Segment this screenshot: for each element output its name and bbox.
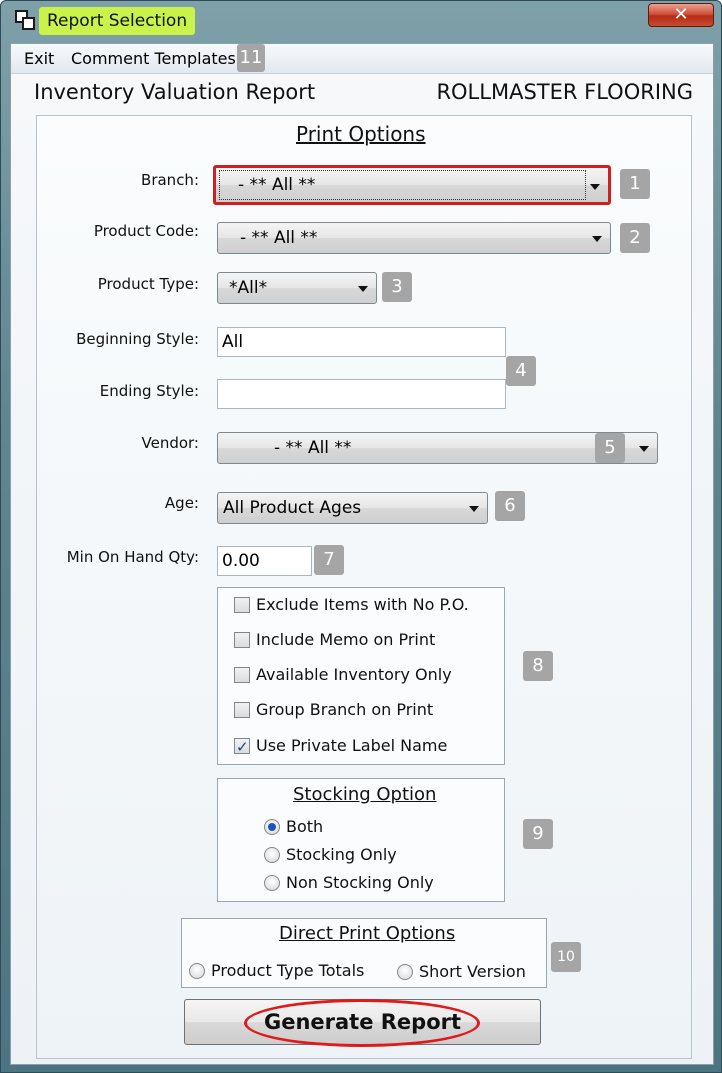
branch-select[interactable]: - ** All ** <box>213 165 611 205</box>
short-version-radio[interactable] <box>397 964 413 980</box>
chevron-down-icon <box>590 184 600 190</box>
include-memo-text: Include Memo on Print <box>256 630 436 649</box>
callout-badge-11: 11 <box>237 44 265 72</box>
callout-badge-3: 3 <box>382 272 412 302</box>
print-flags-group: Exclude Items with No P.O. Include Memo … <box>217 587 505 765</box>
short-version-text: Short Version <box>419 962 526 981</box>
branch-label: Branch: <box>141 171 199 189</box>
callout-badge-4: 4 <box>506 356 536 386</box>
product-code-select[interactable]: - ** All ** <box>217 222 611 254</box>
menu-bar: Exit Comment Templates 11 <box>11 44 713 74</box>
stocking-both-text: Both <box>286 817 324 836</box>
available-inventory-option[interactable]: Available Inventory Only <box>234 664 494 686</box>
chevron-down-icon <box>592 236 602 242</box>
product-type-label: Product Type: <box>97 275 199 293</box>
age-label: Age: <box>164 494 199 512</box>
stocking-option-group: Stocking Option Both Stocking Only Non S… <box>217 778 505 902</box>
min-on-hand-input[interactable]: 0.00 <box>217 546 312 576</box>
age-select[interactable]: All Product Ages <box>217 492 488 524</box>
callout-badge-7: 7 <box>314 545 344 575</box>
private-label-checkbox[interactable] <box>234 736 250 758</box>
report-title: Inventory Valuation Report <box>34 80 316 104</box>
group-branch-option[interactable]: Group Branch on Print <box>234 699 494 721</box>
age-value: All Product Ages <box>223 498 362 518</box>
callout-badge-8: 8 <box>523 651 553 681</box>
direct-print-title: Direct Print Options <box>279 923 456 944</box>
include-memo-checkbox[interactable] <box>234 632 250 648</box>
company-name: ROLLMASTER FLOORING <box>436 80 693 104</box>
product-code-value: - ** All ** <box>240 228 318 248</box>
exclude-no-po-text: Exclude Items with No P.O. <box>256 595 469 614</box>
vendor-select[interactable]: - ** All ** <box>217 432 658 464</box>
product-type-totals-text: Product Type Totals <box>211 961 365 980</box>
callout-badge-10: 10 <box>551 942 581 972</box>
product-type-value: *All* <box>229 278 268 298</box>
ending-style-input[interactable] <box>217 379 506 409</box>
callout-badge-2: 2 <box>620 223 650 253</box>
vendor-value: - ** All ** <box>274 438 352 458</box>
exclude-no-po-checkbox[interactable] <box>234 597 250 613</box>
chevron-down-icon <box>639 446 649 452</box>
stocking-option-title: Stocking Option <box>293 784 437 805</box>
product-type-select[interactable]: *All* <box>217 272 377 304</box>
private-label-option[interactable]: Use Private Label Name <box>234 735 494 758</box>
stocking-both-radio[interactable] <box>264 819 280 835</box>
chevron-down-icon <box>358 286 368 292</box>
direct-print-group: Direct Print Options Product Type Totals… <box>181 918 547 988</box>
client-area: Exit Comment Templates 11 Inventory Valu… <box>10 43 714 1065</box>
title-bar[interactable]: Report Selection ✕ <box>1 1 721 41</box>
product-code-label: Product Code: <box>93 222 199 240</box>
stocking-only-text: Stocking Only <box>286 845 397 864</box>
print-options-frame: Print Options Branch: - ** All ** 1 Prod… <box>36 115 692 1059</box>
available-inventory-text: Available Inventory Only <box>256 665 452 684</box>
report-selection-window: Report Selection ✕ Exit Comment Template… <box>0 0 722 1073</box>
chevron-down-icon <box>469 506 479 512</box>
beginning-style-input[interactable]: All <box>217 327 506 357</box>
non-stocking-text: Non Stocking Only <box>286 873 434 892</box>
group-branch-checkbox[interactable] <box>234 702 250 718</box>
app-window-icon <box>15 10 37 32</box>
callout-badge-6: 6 <box>495 491 525 521</box>
stocking-only-radio[interactable] <box>264 847 280 863</box>
print-options-title: Print Options <box>296 122 426 146</box>
private-label-text: Use Private Label Name <box>256 736 448 755</box>
callout-badge-1: 1 <box>620 169 650 199</box>
menu-comment-templates[interactable]: Comment Templates <box>71 49 236 69</box>
ending-style-label: Ending Style: <box>99 382 199 400</box>
vendor-label: Vendor: <box>141 434 200 452</box>
group-branch-text: Group Branch on Print <box>256 700 434 719</box>
menu-exit[interactable]: Exit <box>24 49 54 69</box>
generate-highlight-ring <box>244 999 480 1047</box>
window-title: Report Selection <box>39 7 196 35</box>
min-on-hand-label: Min On Hand Qty: <box>66 548 199 566</box>
exclude-no-po-option[interactable]: Exclude Items with No P.O. <box>234 594 494 616</box>
available-inventory-checkbox[interactable] <box>234 667 250 683</box>
callout-badge-9: 9 <box>523 819 553 849</box>
include-memo-option[interactable]: Include Memo on Print <box>234 629 494 651</box>
product-type-totals-radio[interactable] <box>189 963 205 979</box>
callout-badge-5: 5 <box>595 433 625 463</box>
beginning-style-label: Beginning Style: <box>76 330 199 348</box>
non-stocking-radio[interactable] <box>264 875 280 891</box>
close-button[interactable]: ✕ <box>648 3 714 27</box>
